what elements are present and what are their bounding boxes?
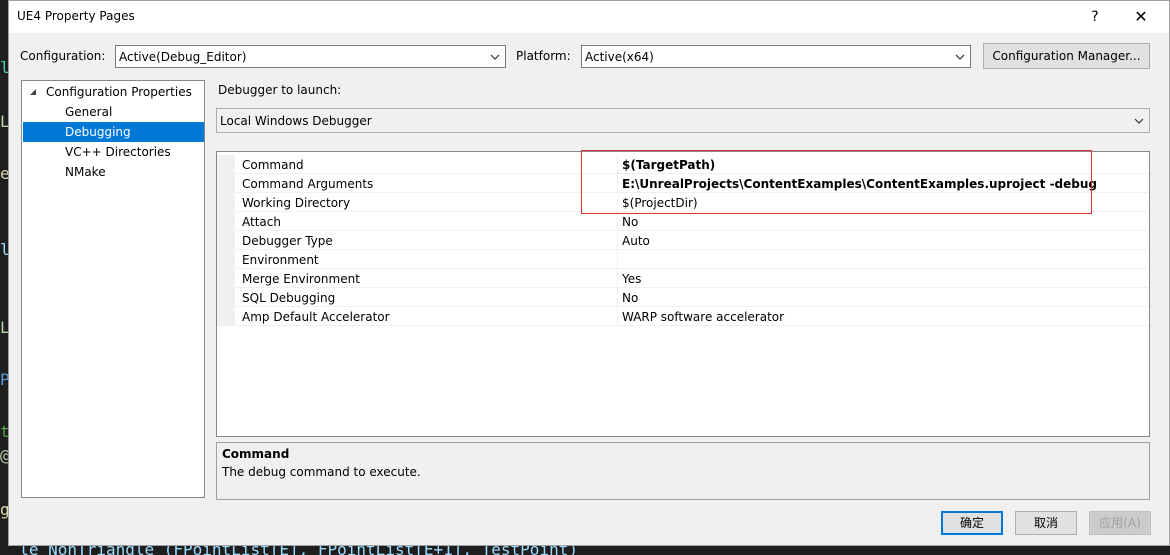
column-divider [617, 250, 618, 269]
row-gutter [217, 307, 235, 326]
tree-item-label: NMake [65, 165, 106, 179]
close-icon[interactable]: ✕ [1127, 5, 1155, 29]
debugger-launch-label: Debugger to launch: [218, 83, 342, 97]
description-title: Command [222, 447, 290, 461]
property-name: Debugger Type [242, 234, 333, 248]
tree-item-label: General [65, 105, 113, 119]
help-icon[interactable]: ? [1081, 5, 1109, 29]
tree-item-debugging[interactable]: Debugging [23, 122, 204, 142]
property-row-merge-environment[interactable]: Merge Environment Yes [217, 269, 1149, 288]
tree-root-label: Configuration Properties [46, 85, 192, 99]
property-name: SQL Debugging [242, 291, 336, 305]
annotation-highlight-box [581, 150, 1092, 214]
row-gutter [217, 174, 235, 193]
title-bar[interactable]: UE4 Property Pages ? ✕ [9, 1, 1169, 33]
property-row-environment[interactable]: Environment [217, 250, 1149, 269]
property-name: Working Directory [242, 196, 351, 210]
description-pane: Command The debug command to execute. [216, 442, 1150, 500]
platform-value: Active(x64) [585, 50, 654, 64]
column-divider [617, 288, 618, 307]
ok-button[interactable]: 确定 [941, 511, 1003, 535]
row-gutter [217, 288, 235, 307]
tree-item-nmake[interactable]: NMake [22, 162, 204, 182]
platform-dropdown[interactable]: Active(x64) [581, 45, 971, 68]
column-divider [617, 307, 618, 326]
row-gutter [217, 193, 235, 212]
tree-item-label: Debugging [65, 125, 131, 139]
window-title: UE4 Property Pages [17, 9, 135, 23]
debugger-dropdown[interactable]: Local Windows Debugger [216, 108, 1150, 133]
property-name: Merge Environment [242, 272, 360, 286]
row-gutter [217, 155, 235, 174]
property-value[interactable]: Yes [622, 272, 641, 286]
description-text: The debug command to execute. [222, 465, 421, 479]
chevron-down-icon [955, 54, 965, 60]
tree-root-configuration-properties[interactable]: Configuration Properties [22, 82, 204, 102]
platform-label: Platform: [516, 49, 571, 63]
property-value[interactable]: No [622, 215, 638, 229]
column-divider [617, 212, 618, 231]
property-row-sql-debugging[interactable]: SQL Debugging No [217, 288, 1149, 307]
chevron-down-icon [1134, 118, 1144, 124]
property-pages-dialog: UE4 Property Pages ? ✕ Configuration: Ac… [8, 0, 1170, 546]
property-name: Command [242, 158, 304, 172]
property-value[interactable]: Auto [622, 234, 650, 248]
configuration-dropdown[interactable]: Active(Debug_Editor) [115, 45, 506, 68]
property-name: Environment [242, 253, 319, 267]
row-gutter [217, 250, 235, 269]
category-tree: Configuration Properties General Debuggi… [21, 80, 205, 498]
property-row-debugger-type[interactable]: Debugger Type Auto [217, 231, 1149, 250]
cancel-button[interactable]: 取消 [1015, 511, 1077, 535]
configuration-label: Configuration: [20, 49, 106, 63]
property-row-amp-default-accelerator[interactable]: Amp Default Accelerator WARP software ac… [217, 307, 1149, 326]
debugger-value: Local Windows Debugger [220, 114, 372, 128]
apply-button[interactable]: 应用(A) [1089, 511, 1151, 535]
tree-item-label: VC++ Directories [65, 145, 171, 159]
expand-triangle-icon[interactable] [29, 88, 37, 96]
row-gutter [217, 269, 235, 288]
property-name: Amp Default Accelerator [242, 310, 390, 324]
property-value[interactable]: WARP software accelerator [622, 310, 784, 324]
bg-bottom-code-line: le NonTriangle (FPointList[E], FPointLis… [0, 545, 578, 555]
row-gutter [217, 231, 235, 250]
tree-item-vc-directories[interactable]: VC++ Directories [22, 142, 204, 162]
column-divider [617, 269, 618, 288]
property-name: Attach [242, 215, 281, 229]
tree-item-general[interactable]: General [22, 102, 204, 122]
property-value[interactable]: No [622, 291, 638, 305]
row-gutter [217, 212, 235, 231]
property-row-attach[interactable]: Attach No [217, 212, 1149, 231]
column-divider [617, 231, 618, 250]
configuration-manager-button[interactable]: Configuration Manager... [983, 43, 1150, 69]
property-name: Command Arguments [242, 177, 374, 191]
chevron-down-icon [490, 54, 500, 60]
configuration-value: Active(Debug_Editor) [119, 50, 247, 64]
